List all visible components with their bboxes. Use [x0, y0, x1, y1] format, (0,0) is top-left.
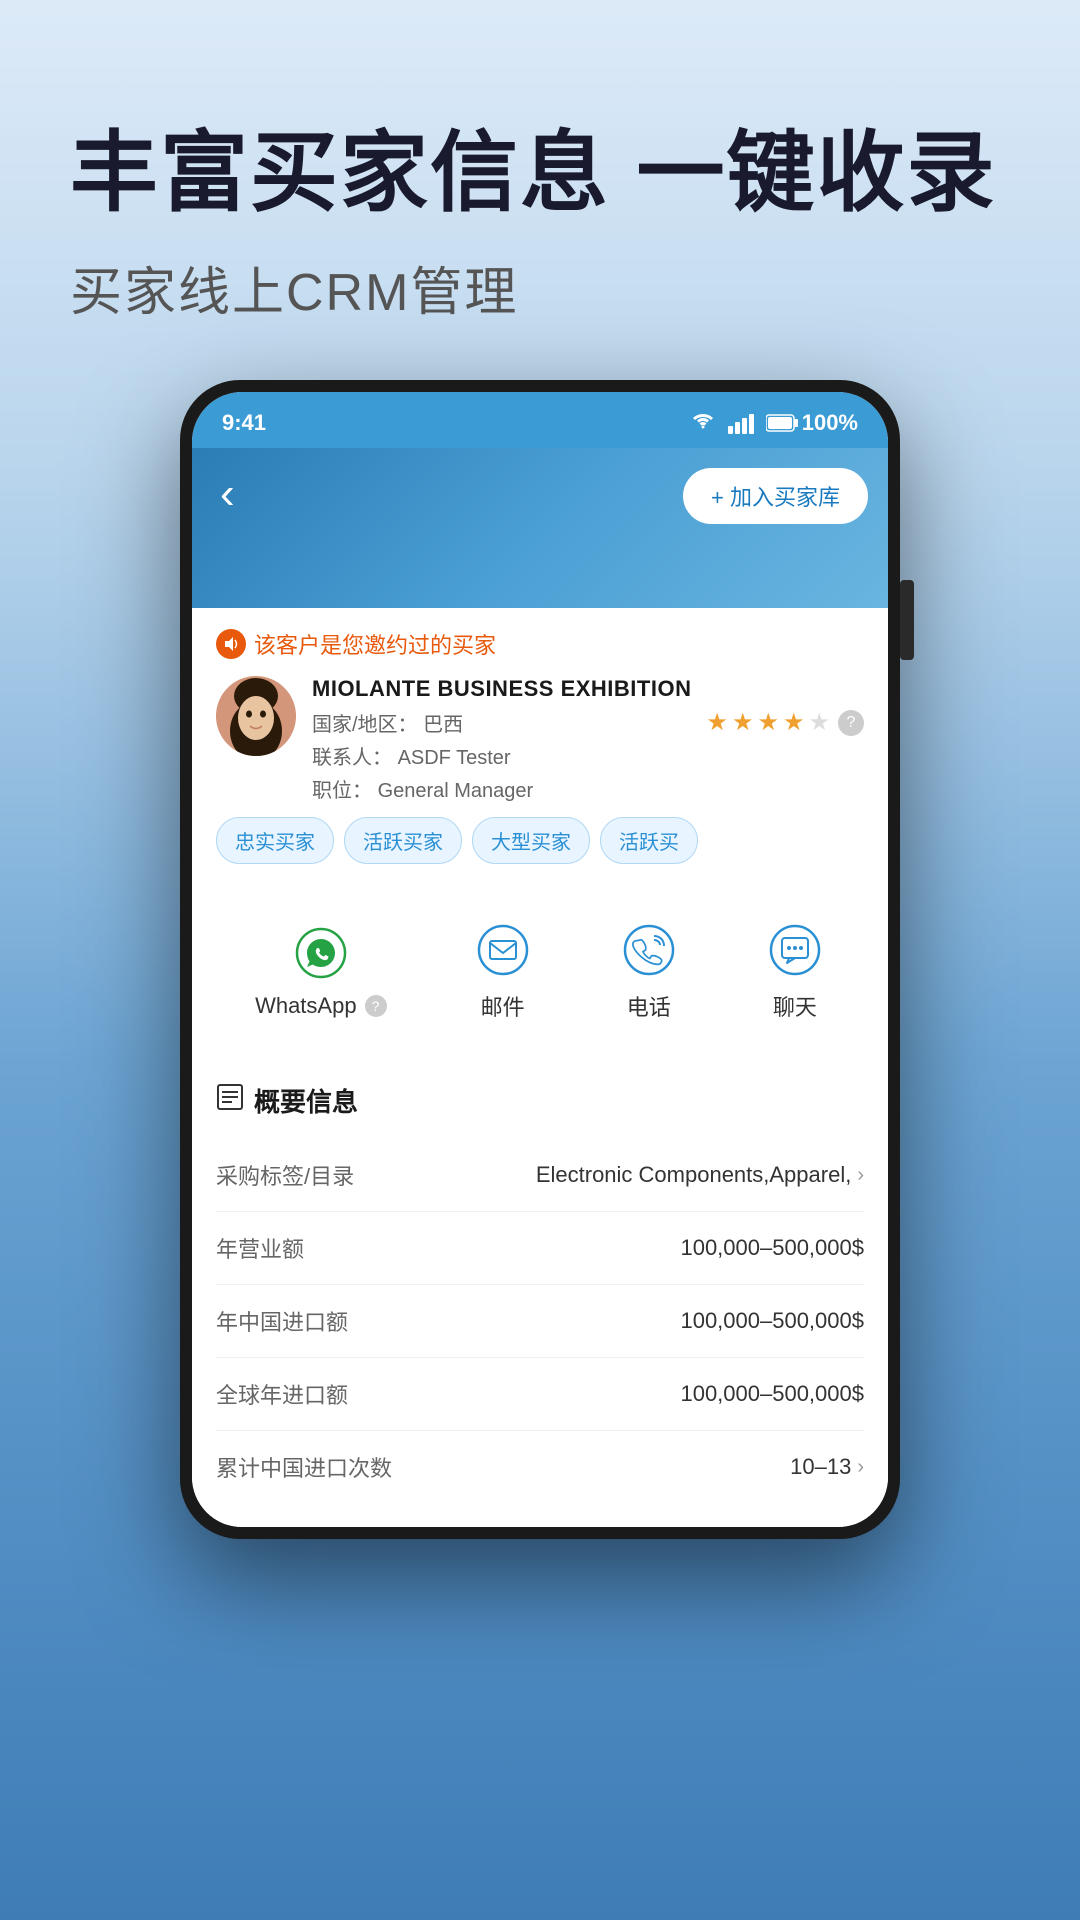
info-label-import-count: 累计中国进口次数	[216, 1451, 392, 1483]
star-4: ★	[783, 708, 805, 737]
back-button[interactable]: ‹	[212, 468, 243, 520]
star-3: ★	[757, 708, 779, 737]
chat-icon	[765, 920, 825, 980]
comm-email[interactable]: 邮件	[473, 920, 533, 1022]
chat-label: 聊天	[773, 990, 817, 1022]
info-label-revenue: 年营业额	[216, 1232, 304, 1264]
status-time: 9:41	[222, 410, 266, 436]
info-value-china-import: 100,000–500,000$	[680, 1308, 864, 1334]
tag-active: 活跃买家	[344, 817, 462, 864]
comm-phone[interactable]: 电话	[619, 920, 679, 1022]
info-item-china-import: 年中国进口额 100,000–500,000$	[216, 1285, 864, 1358]
info-label-global-import: 全球年进口额	[216, 1378, 348, 1410]
add-to-buyer-button[interactable]: + 加入买家库	[683, 468, 868, 524]
info-item-tags[interactable]: 采购标签/目录 Electronic Components,Apparel, ›	[216, 1139, 864, 1212]
notice-speaker-icon	[216, 629, 246, 659]
signal-icon	[728, 412, 754, 434]
header-section: 丰富买家信息 一键收录 买家线上CRM管理	[0, 0, 1080, 365]
info-item-revenue: 年营业额 100,000–500,000$	[216, 1212, 864, 1285]
star-5: ★	[808, 708, 830, 737]
status-bar-right: 100%	[690, 410, 858, 436]
comm-chat[interactable]: 聊天	[765, 920, 825, 1022]
avatar	[216, 676, 296, 756]
info-item-import-count[interactable]: 累计中国进口次数 10–13 ›	[216, 1431, 864, 1503]
info-value-tags: Electronic Components,Apparel, ›	[536, 1162, 864, 1188]
country-info: 国家/地区： 巴西	[312, 708, 463, 737]
arrow-icon-0: ›	[857, 1164, 864, 1187]
phone-side-button	[900, 580, 914, 660]
comm-whatsapp[interactable]: WhatsApp ?	[255, 923, 387, 1019]
whatsapp-label: WhatsApp ?	[255, 993, 387, 1019]
info-value-revenue: 100,000–500,000$	[680, 1235, 864, 1261]
tag-loyal: 忠实买家	[216, 817, 334, 864]
sub-title: 买家线上CRM管理	[70, 250, 1010, 325]
email-icon	[473, 920, 533, 980]
customer-card: 该客户是您邀约过的买家	[192, 608, 888, 884]
star-2: ★	[732, 708, 754, 737]
customer-info-row: MIOLANTE BUSINESS EXHIBITION 国家/地区： 巴西 ★…	[216, 676, 864, 803]
info-value-global-import: 100,000–500,000$	[680, 1381, 864, 1407]
communication-section: WhatsApp ?	[192, 896, 888, 1046]
tag-large: 大型买家	[472, 817, 590, 864]
info-value-import-count: 10–13 ›	[790, 1454, 864, 1480]
info-section: 概要信息 采购标签/目录 Electronic Components,Appar…	[192, 1058, 888, 1527]
phone-mockup: 9:41	[180, 380, 900, 1539]
company-name: MIOLANTE BUSINESS EXHIBITION	[312, 676, 864, 702]
contact-info: 联系人： ASDF Tester	[312, 741, 864, 770]
country-row: 国家/地区： 巴西 ★ ★ ★ ★ ★ ?	[312, 708, 864, 737]
info-label-tags: 采购标签/目录	[216, 1159, 354, 1191]
phone-label: 电话	[627, 990, 671, 1022]
info-label-china-import: 年中国进口额	[216, 1305, 348, 1337]
star-rating: ★ ★ ★ ★ ★ ?	[706, 708, 864, 737]
whatsapp-icon	[291, 923, 351, 983]
page-content: 丰富买家信息 一键收录 买家线上CRM管理 9:41	[0, 0, 1080, 1920]
whatsapp-question-icon[interactable]: ?	[365, 995, 387, 1017]
tag-active2: 活跃买	[600, 817, 698, 864]
customer-notice: 该客户是您邀约过的买家	[216, 628, 864, 660]
avatar-image	[216, 676, 296, 756]
section-title: 概要信息	[216, 1082, 864, 1119]
customer-details: MIOLANTE BUSINESS EXHIBITION 国家/地区： 巴西 ★…	[312, 676, 864, 803]
position-info: 职位： General Manager	[312, 774, 864, 803]
info-item-global-import: 全球年进口额 100,000–500,000$	[216, 1358, 864, 1431]
star-1: ★	[706, 708, 728, 737]
phone-call-icon	[619, 920, 679, 980]
battery-icon: 100%	[766, 410, 858, 436]
app-header-image: ‹ + 加入买家库	[192, 448, 888, 608]
arrow-icon-4: ›	[857, 1456, 864, 1479]
main-title: 丰富买家信息 一键收录	[70, 120, 1010, 226]
status-bar: 9:41	[192, 392, 888, 448]
info-section-icon	[216, 1083, 244, 1118]
phone-screen: 9:41	[192, 392, 888, 1527]
wifi-icon	[690, 410, 716, 436]
notice-text: 该客户是您邀约过的买家	[254, 628, 496, 660]
phone-container: 9:41	[180, 380, 900, 1539]
email-label: 邮件	[481, 990, 525, 1022]
rating-question-icon[interactable]: ?	[838, 710, 864, 736]
tags-row: 忠实买家 活跃买家 大型买家 活跃买	[216, 817, 864, 864]
